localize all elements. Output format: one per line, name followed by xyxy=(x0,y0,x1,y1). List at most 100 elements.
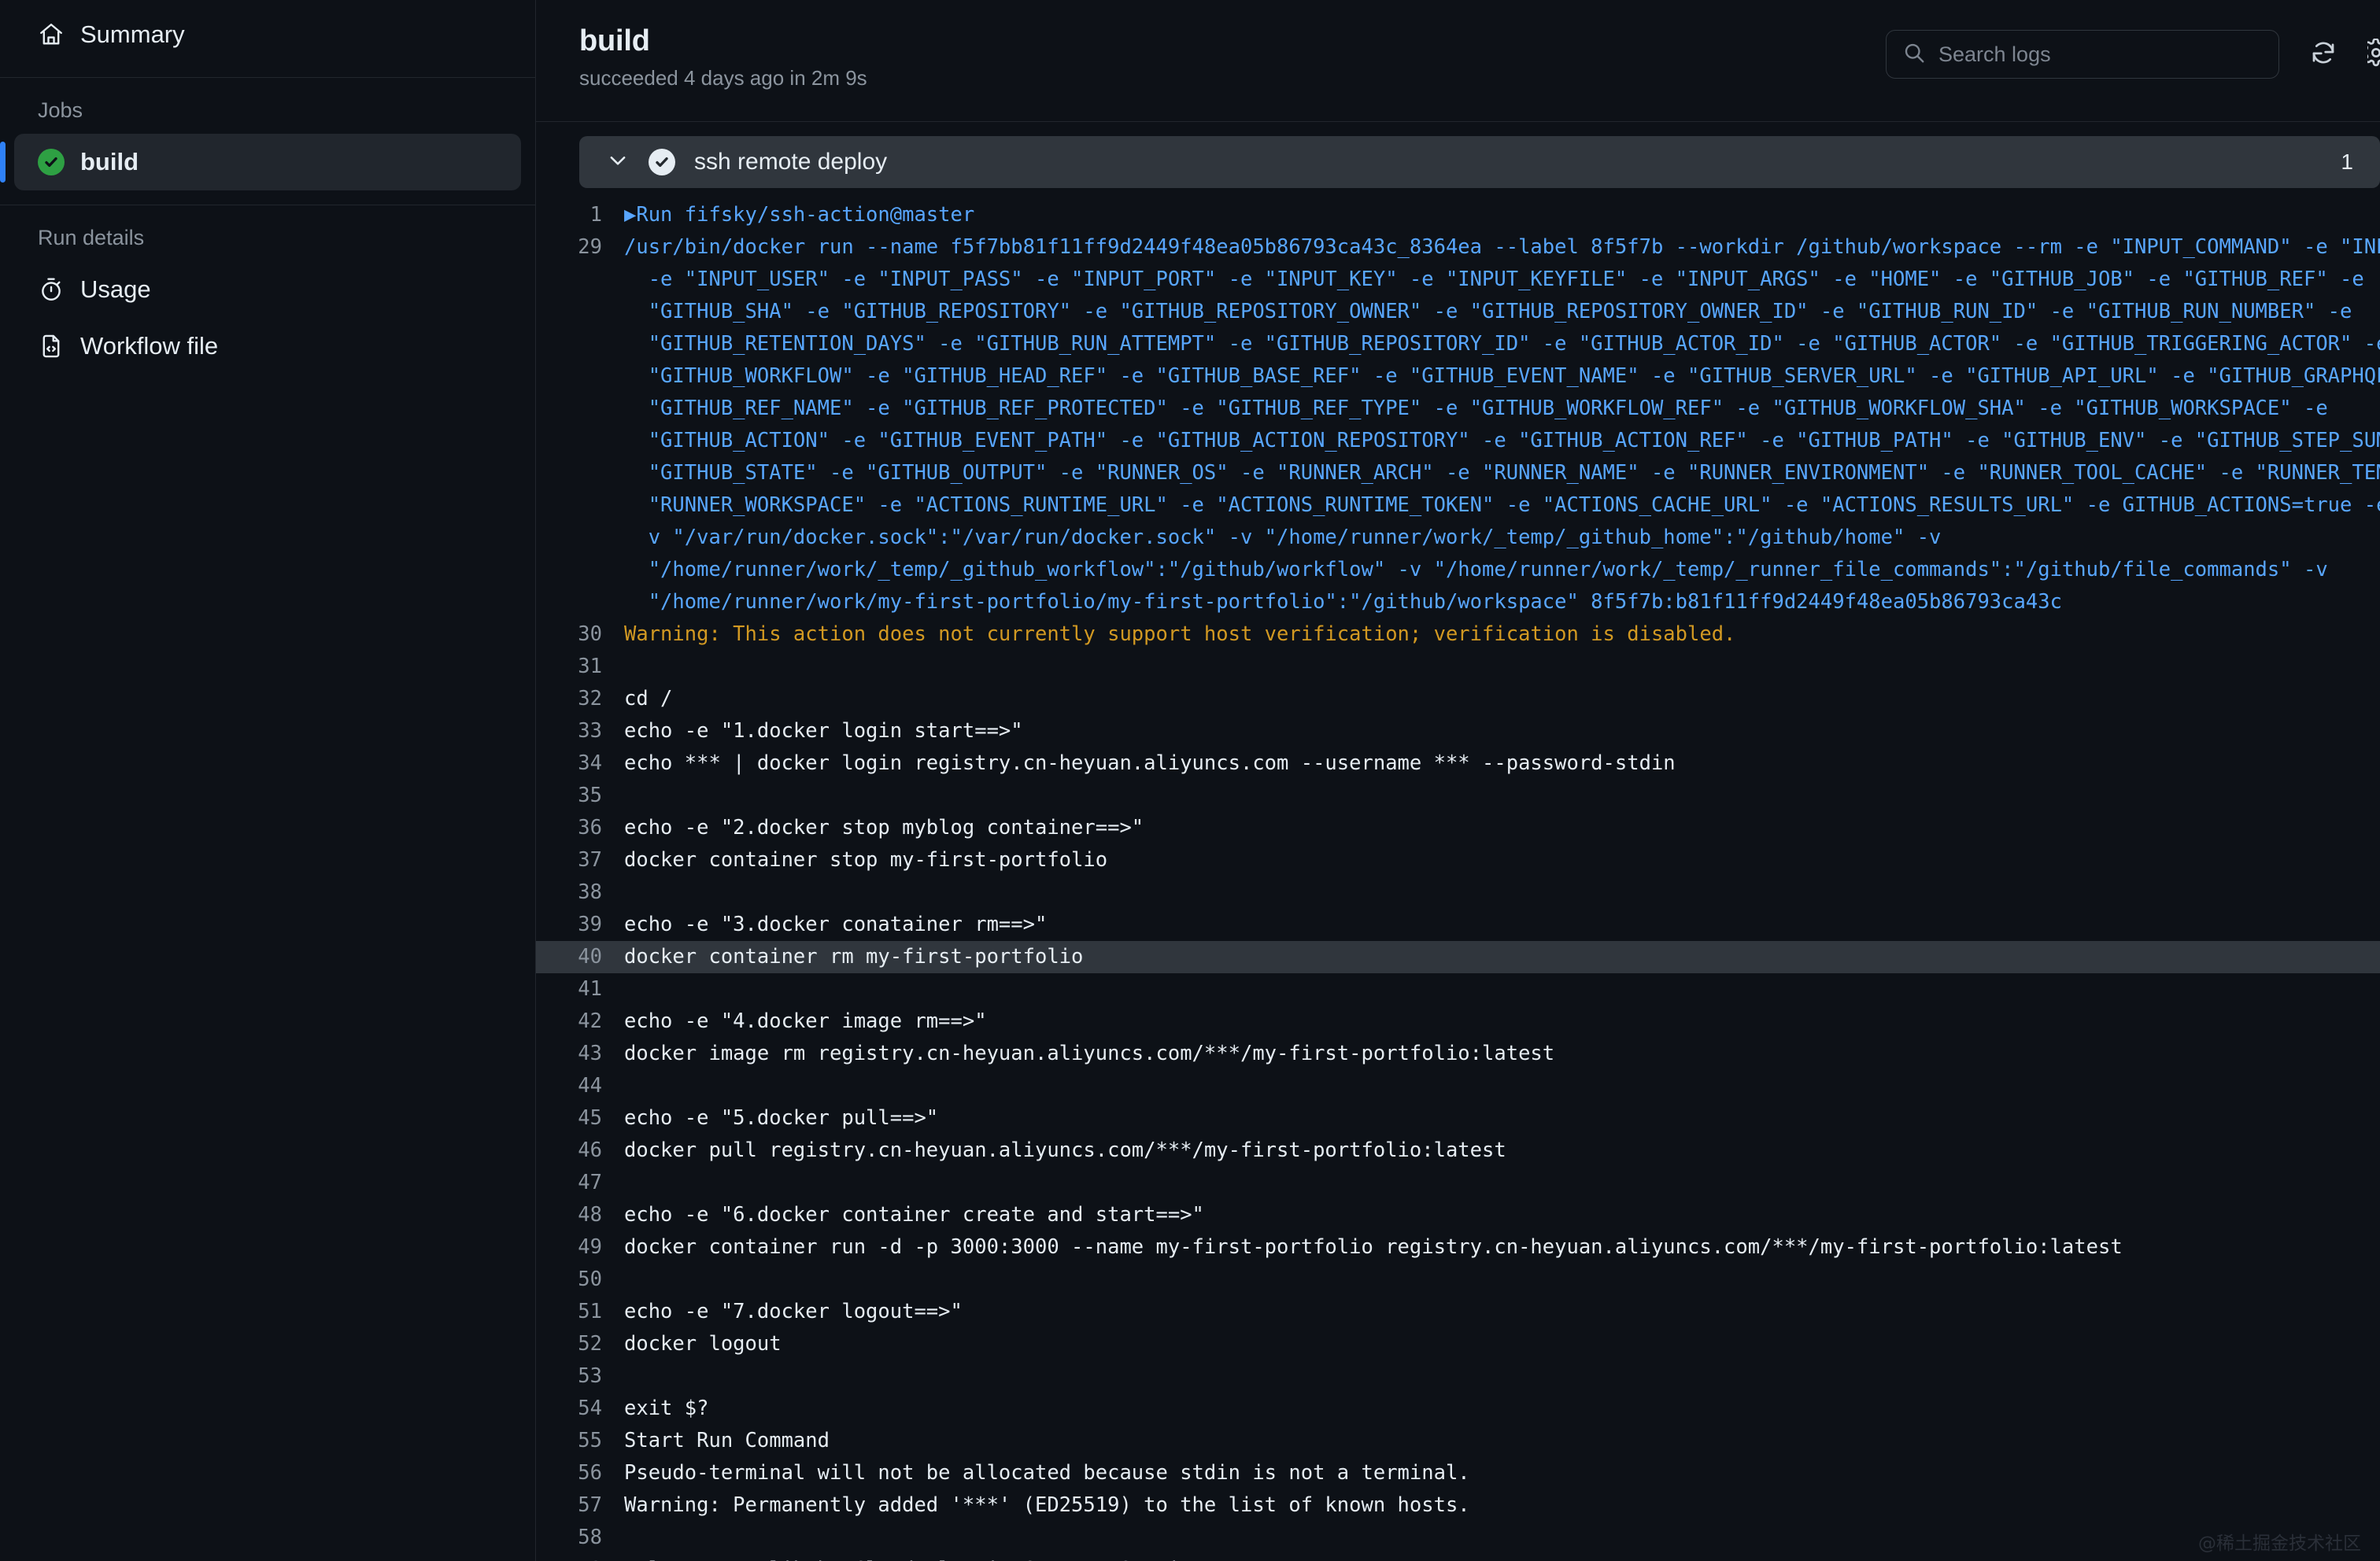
log-line[interactable]: 41 xyxy=(536,973,2380,1006)
log-line-text: Start Run Command xyxy=(624,1429,830,1452)
log-line[interactable]: "GITHUB_STATE" -e "GITHUB_OUTPUT" -e "RU… xyxy=(536,457,2380,489)
log-line[interactable]: 31 xyxy=(536,651,2380,683)
log-line[interactable]: 51 echo -e "7.docker logout==>" xyxy=(536,1296,2380,1328)
log-line[interactable]: 46 docker pull registry.cn-heyuan.aliyunc… xyxy=(536,1135,2380,1167)
log-line[interactable]: "GITHUB_WORKFLOW" -e "GITHUB_HEAD_REF" -… xyxy=(536,360,2380,393)
log-toolbar: build succeeded 4 days ago in 2m 9s Sear… xyxy=(536,0,2380,122)
log-line-text: Warning: Permanently added '***' (ED2551… xyxy=(624,1493,1470,1517)
log-line[interactable]: 59Welcome to Alibaba Cloud Elastic Compu… xyxy=(536,1554,2380,1561)
main-panel: build succeeded 4 days ago in 2m 9s Sear… xyxy=(536,0,2380,1561)
chevron-down-icon[interactable] xyxy=(606,149,630,176)
log-line[interactable]: v "/var/run/docker.sock":"/var/run/docke… xyxy=(536,522,2380,554)
log-line-text: echo -e "3.docker conatainer rm==>" xyxy=(624,913,1048,936)
sidebar-item-label: Workflow file xyxy=(80,332,219,360)
page-title: build xyxy=(579,24,650,57)
log-line-text: Welcome to Alibaba Cloud Elastic Compute… xyxy=(619,1554,2380,1561)
log-line-number: 58 xyxy=(578,1526,602,1549)
log-line-number: 43 xyxy=(578,1042,602,1065)
log-line[interactable]: 56 Pseudo-terminal will not be allocated … xyxy=(536,1457,2380,1489)
log-line[interactable]: 48 echo -e "6.docker container create and… xyxy=(536,1199,2380,1231)
log-line-list[interactable]: 1 ▶Run fifsky/ssh-action@master 29/usr/bin… xyxy=(536,199,2380,1561)
log-line-number: 44 xyxy=(578,1074,602,1098)
log-line[interactable]: 53 xyxy=(536,1360,2380,1393)
log-line[interactable]: 45 echo -e "5.docker pull==>" xyxy=(536,1102,2380,1135)
sidebar-item-job-build[interactable]: build xyxy=(0,134,521,190)
log-line-number: 36 xyxy=(578,816,602,840)
gear-icon xyxy=(2367,37,2380,71)
log-line[interactable]: 35 xyxy=(536,780,2380,812)
sidebar-item-summary[interactable]: Summary xyxy=(14,6,521,63)
log-line[interactable]: 32 cd / xyxy=(536,683,2380,715)
log-line-number: 49 xyxy=(578,1235,602,1259)
log-line[interactable]: 38 xyxy=(536,876,2380,909)
log-line[interactable]: 42 echo -e "4.docker image rm==>" xyxy=(536,1006,2380,1038)
log-line-text: /usr/bin/docker run --name f5f7bb81f11ff… xyxy=(624,235,2380,259)
log-line-text: "/home/runner/work/_temp/_github_workflo… xyxy=(624,558,2328,581)
toolbar-actions: Search logs xyxy=(1886,30,2380,79)
sidebar-item-usage[interactable]: Usage xyxy=(14,261,521,318)
log-line-number: 48 xyxy=(578,1203,602,1227)
log-line[interactable]: 50 xyxy=(536,1264,2380,1296)
sidebar-heading-jobs: Jobs xyxy=(38,98,83,122)
log-line-text: echo -e "7.docker logout==>" xyxy=(624,1300,963,1323)
log-line[interactable]: 52 docker logout xyxy=(536,1328,2380,1360)
log-line[interactable]: "/home/runner/work/_temp/_github_workflo… xyxy=(536,554,2380,586)
log-line-number: 55 xyxy=(578,1429,602,1452)
log-line[interactable]: "GITHUB_REF_NAME" -e "GITHUB_REF_PROTECT… xyxy=(536,393,2380,425)
log-line[interactable]: "/home/runner/work/my-first-portfolio/my… xyxy=(536,586,2380,618)
log-line-text: docker container stop my-first-portfolio xyxy=(624,848,1108,872)
log-line[interactable]: 44 xyxy=(536,1070,2380,1102)
log-line[interactable]: 33 echo -e "1.docker login start==>" xyxy=(536,715,2380,747)
sidebar-item-workflow-file[interactable]: Workflow file xyxy=(14,318,521,375)
log-line[interactable]: "GITHUB_RETENTION_DAYS" -e "GITHUB_RUN_A… xyxy=(536,328,2380,360)
log-line-text: "GITHUB_WORKFLOW" -e "GITHUB_HEAD_REF" -… xyxy=(624,364,2380,388)
log-line[interactable]: 58 xyxy=(536,1522,2380,1554)
log-line[interactable]: 55 Start Run Command xyxy=(536,1425,2380,1457)
step-header-ssh-remote-deploy[interactable]: ssh remote deploy 1 xyxy=(579,136,2380,188)
log-line[interactable]: 36 echo -e "2.docker stop myblog containe… xyxy=(536,812,2380,844)
refresh-button[interactable] xyxy=(2301,32,2345,76)
log-line-number: 59 xyxy=(536,1554,619,1561)
log-line-number: 57 xyxy=(578,1493,602,1517)
log-line-number: 40 xyxy=(578,945,602,969)
home-icon xyxy=(38,21,65,48)
log-line[interactable]: "RUNNER_WORKSPACE" -e "ACTIONS_RUNTIME_U… xyxy=(536,489,2380,522)
log-line-number: 1 xyxy=(589,203,602,227)
log-line[interactable]: -e "INPUT_USER" -e "INPUT_PASS" -e "INPU… xyxy=(536,264,2380,296)
log-line-text: docker container run -d -p 3000:3000 --n… xyxy=(624,1235,2123,1259)
log-line-number: 37 xyxy=(578,848,602,872)
log-line[interactable]: 54 exit $? xyxy=(536,1393,2380,1425)
log-line-number: 39 xyxy=(578,913,602,936)
sidebar-heading-run-details: Run details xyxy=(38,226,145,249)
log-line[interactable]: 43 docker image rm registry.cn-heyuan.ali… xyxy=(536,1038,2380,1070)
log-line-number: 34 xyxy=(578,751,602,775)
log-line-number: 29 xyxy=(578,235,602,259)
log-line[interactable]: "GITHUB_ACTION" -e "GITHUB_EVENT_PATH" -… xyxy=(536,425,2380,457)
log-line[interactable]: 34 echo *** | docker login registry.cn-he… xyxy=(536,747,2380,780)
log-line[interactable]: 39 echo -e "3.docker conatainer rm==>" xyxy=(536,909,2380,941)
search-logs-field[interactable]: Search logs xyxy=(1886,30,2279,79)
search-input[interactable]: Search logs xyxy=(1938,42,2051,67)
log-line[interactable]: 47 xyxy=(536,1167,2380,1199)
log-line-text: cd / xyxy=(624,687,673,710)
log-line-text: "GITHUB_STATE" -e "GITHUB_OUTPUT" -e "RU… xyxy=(624,461,2380,485)
log-line[interactable]: 57 Warning: Permanently added '***' (ED25… xyxy=(536,1489,2380,1522)
log-line-text: "/home/runner/work/my-first-portfolio/my… xyxy=(624,590,2062,614)
search-icon xyxy=(1902,41,1926,68)
log-line[interactable]: 1 ▶Run fifsky/ssh-action@master xyxy=(536,199,2380,231)
settings-button[interactable] xyxy=(2367,32,2380,76)
log-line-number: 54 xyxy=(578,1397,602,1420)
log-viewer[interactable]: ssh remote deploy 1 1 ▶Run fifsky/ssh-act… xyxy=(536,122,2380,1561)
job-heading: build succeeded 4 days ago in 2m 9s xyxy=(579,24,1886,90)
log-line[interactable]: 30 Warning: This action does not current… xyxy=(536,618,2380,651)
file-code-icon xyxy=(38,333,65,360)
log-line-text: exit $? xyxy=(624,1397,709,1420)
log-line-text: docker image rm registry.cn-heyuan.aliyu… xyxy=(624,1042,1555,1065)
log-line-number: 30 xyxy=(578,622,602,646)
log-line[interactable]: 40 docker container rm my-first-portfolio xyxy=(536,941,2380,973)
log-line[interactable]: 49 docker container run -d -p 3000:3000 -… xyxy=(536,1231,2380,1264)
log-line[interactable]: 29/usr/bin/docker run --name f5f7bb81f11… xyxy=(536,231,2380,264)
log-line-text: echo -e "5.docker pull==>" xyxy=(624,1106,939,1130)
log-line[interactable]: "GITHUB_SHA" -e "GITHUB_REPOSITORY" -e "… xyxy=(536,296,2380,328)
log-line[interactable]: 37 docker container stop my-first-portfol… xyxy=(536,844,2380,876)
